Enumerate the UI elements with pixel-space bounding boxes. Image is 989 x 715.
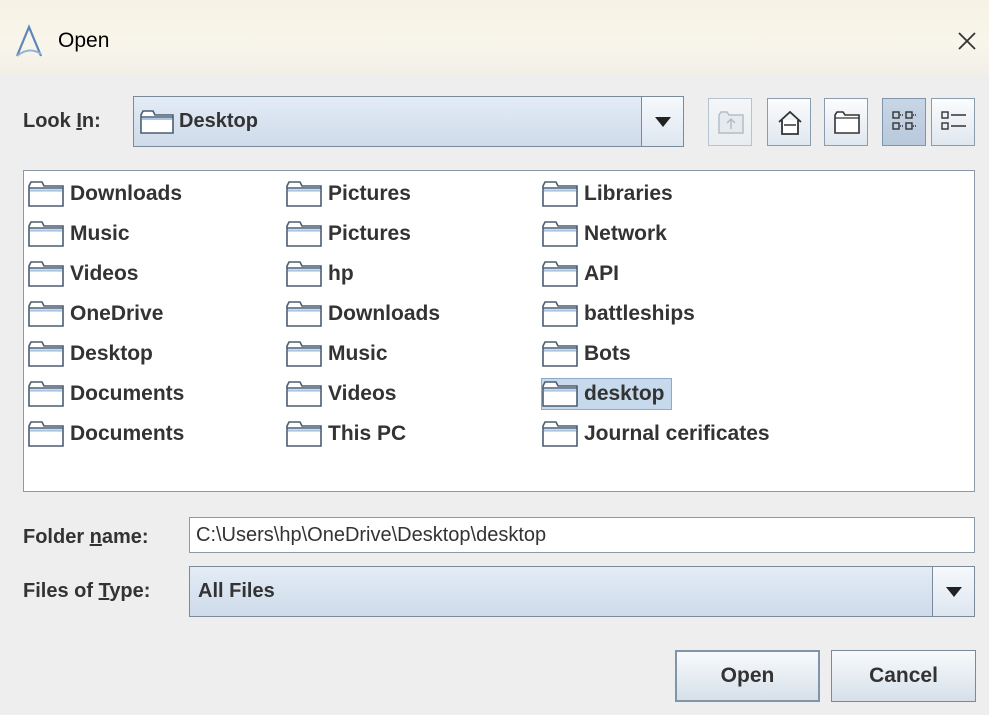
file-list-item[interactable]: battleships <box>542 298 695 330</box>
files-of-type-dropdown-button[interactable] <box>932 567 974 616</box>
file-list-item[interactable]: Desktop <box>28 338 153 370</box>
file-list-item[interactable]: API <box>542 258 619 290</box>
folder-icon <box>542 261 578 287</box>
file-name: Libraries <box>584 182 673 205</box>
open-dialog: Open Look In: Desktop Downloads Music Vi… <box>0 0 989 715</box>
folder-icon <box>542 221 578 247</box>
look-in-value: Desktop <box>179 110 258 132</box>
folder-icon <box>286 221 322 247</box>
file-list-item[interactable]: desktop <box>541 378 672 410</box>
folder-icon <box>542 381 578 407</box>
file-list-item[interactable]: Videos <box>286 378 396 410</box>
list-view-button[interactable] <box>882 98 926 146</box>
folder-icon <box>542 421 578 447</box>
file-list-item[interactable]: Downloads <box>28 178 182 210</box>
files-of-type-combobox[interactable]: All Files <box>189 566 975 617</box>
chevron-down-icon <box>655 117 671 127</box>
file-list-item[interactable]: Documents <box>28 418 184 450</box>
file-list-item[interactable]: Bots <box>542 338 631 370</box>
file-list-item[interactable]: hp <box>286 258 354 290</box>
title-bar[interactable]: Open <box>0 0 989 75</box>
file-name: Downloads <box>70 182 183 205</box>
folder-icon <box>542 181 578 207</box>
file-name: Journal cerificates <box>584 422 770 445</box>
file-name: Documents <box>70 382 185 405</box>
folder-icon <box>28 261 64 287</box>
files-of-type-value: All Files <box>198 580 275 602</box>
home-icon <box>778 110 802 135</box>
new-folder-icon <box>834 111 860 134</box>
folder-icon <box>286 381 322 407</box>
file-list-item[interactable]: Network <box>542 218 667 250</box>
open-button[interactable]: Open <box>675 650 820 702</box>
up-one-level-button[interactable] <box>708 98 752 146</box>
folder-icon <box>28 421 64 447</box>
file-name: Desktop <box>70 342 153 365</box>
chevron-down-icon <box>946 587 962 597</box>
file-list-item[interactable]: This PC <box>286 418 406 450</box>
file-name: API <box>584 262 620 285</box>
file-list-item[interactable]: Journal cerificates <box>542 418 770 450</box>
file-name: Bots <box>584 342 631 365</box>
close-icon[interactable] <box>948 22 986 60</box>
file-list-item[interactable]: Music <box>28 218 130 250</box>
look-in-combobox[interactable]: Desktop <box>133 96 684 147</box>
file-name: battleships <box>584 302 695 325</box>
folder-icon <box>28 181 64 207</box>
folder-icon <box>28 301 64 327</box>
file-name: OneDrive <box>70 302 164 325</box>
file-name: desktop <box>584 382 665 405</box>
file-list-item[interactable]: Pictures <box>286 218 411 250</box>
file-list-item[interactable]: Videos <box>28 258 138 290</box>
file-name: Music <box>328 342 388 365</box>
folder-icon <box>28 221 64 247</box>
look-in-label: Look In: <box>23 110 101 132</box>
file-name: Videos <box>70 262 139 285</box>
file-list-item[interactable]: Downloads <box>286 298 440 330</box>
folder-icon <box>542 341 578 367</box>
folder-icon <box>286 301 322 327</box>
home-button[interactable] <box>767 98 811 146</box>
folder-icon <box>28 341 64 367</box>
file-name: Pictures <box>328 222 411 245</box>
file-name: Videos <box>328 382 397 405</box>
look-in-dropdown-button[interactable] <box>641 97 683 146</box>
file-name: Documents <box>70 422 185 445</box>
file-name: Downloads <box>328 302 441 325</box>
up-folder-icon <box>718 111 744 134</box>
file-list-item[interactable]: Pictures <box>286 178 411 210</box>
folder-icon <box>286 261 322 287</box>
new-folder-button[interactable] <box>824 98 868 146</box>
folder-name-input[interactable] <box>189 517 975 553</box>
file-list-item[interactable]: OneDrive <box>28 298 163 330</box>
file-name: Pictures <box>328 182 411 205</box>
file-name: Music <box>70 222 130 245</box>
file-name: This PC <box>328 422 407 445</box>
file-list-item[interactable]: Music <box>286 338 388 370</box>
file-list-item[interactable]: Documents <box>28 378 184 410</box>
file-name: hp <box>328 262 354 285</box>
folder-icon <box>286 421 322 447</box>
window-title: Open <box>58 29 110 52</box>
folder-icon <box>286 181 322 207</box>
files-of-type-label: Files of Type: <box>23 580 151 602</box>
folder-icon <box>140 110 174 134</box>
folder-icon <box>28 381 64 407</box>
list-view-icon <box>892 111 916 130</box>
file-name: Network <box>584 222 667 245</box>
details-view-icon <box>941 111 966 130</box>
file-list[interactable]: Downloads Music Videos OneDrive Desktop Docum… <box>23 170 975 492</box>
app-logo-icon <box>15 24 43 57</box>
file-list-item[interactable]: Libraries <box>542 178 673 210</box>
folder-icon <box>286 341 322 367</box>
folder-icon <box>542 301 578 327</box>
cancel-button[interactable]: Cancel <box>831 650 976 702</box>
folder-name-label: Folder name: <box>23 526 149 548</box>
details-view-button[interactable] <box>931 98 975 146</box>
